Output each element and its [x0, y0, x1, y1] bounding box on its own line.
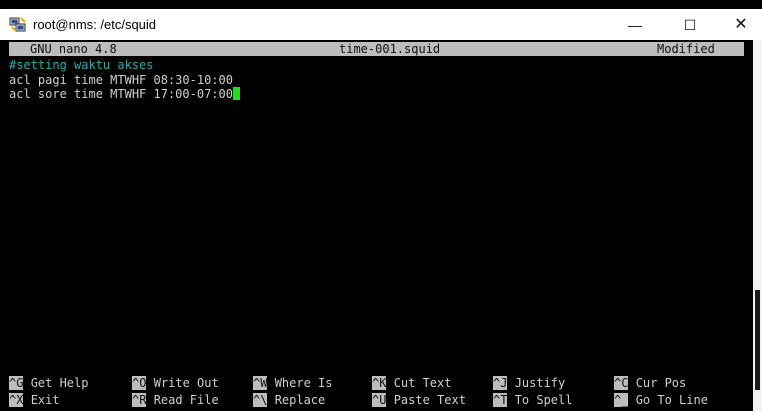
shortcut-key: ^_: [614, 393, 629, 407]
shortcut-exit[interactable]: ^X Exit: [9, 393, 60, 407]
file-line-comment[interactable]: #setting waktu akses: [9, 58, 154, 72]
shortcut-cut-text[interactable]: ^K Cut Text: [372, 376, 451, 390]
close-button[interactable]: ✕: [718, 12, 762, 38]
shortcut-label: Exit: [30, 393, 60, 407]
shortcut-get-help[interactable]: ^G Get Help: [9, 376, 88, 390]
shortcut-key: ^R: [132, 393, 147, 407]
shortcut-key: ^W: [253, 376, 268, 390]
text-cursor: [232, 87, 240, 100]
shortcut-key: ^G: [9, 376, 24, 390]
shortcut-label: Justify: [514, 376, 566, 390]
terminal-screen[interactable]: GNU nano 4.8 time-001.squid Modified #se…: [9, 40, 753, 411]
nano-status: Modified: [657, 42, 715, 56]
nano-version: GNU nano 4.8: [30, 42, 117, 56]
shortcut-key: ^U: [372, 393, 387, 407]
shortcut-label: Paste Text: [393, 393, 466, 407]
shortcut-read-file[interactable]: ^R Read File: [132, 393, 219, 407]
shortcut-key: ^O: [132, 376, 147, 390]
shortcut-label: Go To Line: [635, 393, 708, 407]
file-line[interactable]: acl pagi time MTWHF 08:30-10:00: [9, 73, 233, 87]
shortcut-cur-pos[interactable]: ^C Cur Pos: [614, 376, 686, 390]
title-bar[interactable]: root@nms: /etc/squid — ☐ ✕: [0, 9, 762, 40]
maximize-button[interactable]: ☐: [667, 12, 713, 38]
shortcut-key: ^X: [9, 393, 24, 407]
file-line-current[interactable]: acl sore time MTWHF 17:00-07:00: [9, 87, 240, 101]
shortcut-label: Cut Text: [393, 376, 452, 390]
shortcut-to-spell[interactable]: ^T To Spell: [493, 393, 572, 407]
file-line-text: acl sore time MTWHF 17:00-07:00: [9, 87, 233, 101]
shortcut-replace[interactable]: ^\ Replace: [253, 393, 325, 407]
shortcut-label: To Spell: [514, 393, 573, 407]
shortcut-write-out[interactable]: ^O Write Out: [132, 376, 219, 390]
shortcut-key: ^J: [493, 376, 508, 390]
shortcut-label: Get Help: [30, 376, 89, 390]
shortcut-key: ^K: [372, 376, 387, 390]
putty-icon[interactable]: [9, 16, 27, 34]
shortcut-label: Where Is: [274, 376, 333, 390]
minimize-button[interactable]: —: [612, 12, 658, 38]
shortcut-label: Cur Pos: [635, 376, 687, 390]
scrollbar-thumb[interactable]: [755, 290, 760, 390]
shortcut-label: Replace: [274, 393, 326, 407]
nano-shortcut-bar: ^G Get Help ^O Write Out ^W Where Is ^K …: [9, 376, 744, 408]
nano-filename: time-001.squid: [339, 42, 441, 56]
shortcut-paste-text[interactable]: ^U Paste Text: [372, 393, 466, 407]
window-title: root@nms: /etc/squid: [33, 17, 157, 32]
shortcut-justify[interactable]: ^J Justify: [493, 376, 565, 390]
shortcut-go-to-line[interactable]: ^_ Go To Line: [614, 393, 708, 407]
terminal-window: root@nms: /etc/squid — ☐ ✕ GNU nano 4.8 …: [0, 0, 762, 411]
scrollbar[interactable]: [753, 40, 762, 411]
shortcut-key: ^\: [253, 393, 268, 407]
top-edge: [0, 0, 762, 9]
nano-header-bar: GNU nano 4.8 time-001.squid Modified: [9, 42, 744, 56]
shortcut-key: ^C: [614, 376, 629, 390]
shortcut-where-is[interactable]: ^W Where Is: [253, 376, 332, 390]
shortcut-label: Write Out: [153, 376, 219, 390]
shortcut-label: Read File: [153, 393, 219, 407]
shortcut-key: ^T: [493, 393, 508, 407]
